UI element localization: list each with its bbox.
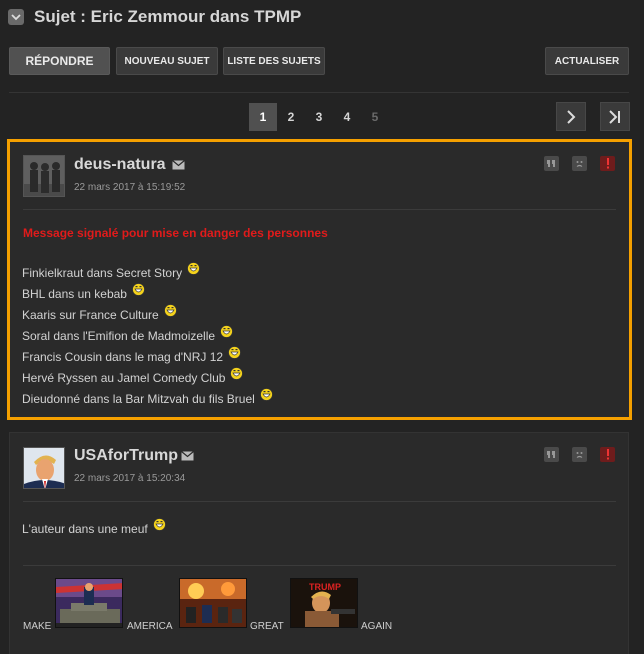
- post-line: Finkielkraut dans Secret Story: [22, 262, 200, 280]
- topic-title: Sujet : Eric Zemmour dans TPMP: [34, 7, 302, 26]
- quote-button[interactable]: [544, 156, 559, 171]
- report-button[interactable]: [600, 156, 615, 171]
- image-caption: MAKE: [23, 621, 52, 632]
- divider: [23, 565, 616, 566]
- chevron-right-icon: [567, 109, 576, 124]
- avatar[interactable]: [23, 447, 65, 489]
- page-link[interactable]: 3: [305, 103, 333, 131]
- quote-icon: [547, 450, 555, 458]
- post-line: Kaaris sur France Culture: [22, 304, 177, 322]
- quote-icon: [547, 159, 555, 167]
- post-author[interactable]: deus-natura: [74, 156, 166, 174]
- laughing-smiley-icon: [220, 325, 233, 338]
- laughing-smiley-icon: [163, 304, 177, 317]
- avatar-image: [24, 156, 64, 196]
- post-date: 22 mars 2017 à 15:19:52: [74, 182, 186, 193]
- post-author[interactable]: USAforTrump: [74, 447, 178, 465]
- trump-rambo-image: TRUMP: [291, 579, 357, 627]
- embedded-image[interactable]: TRUMP: [290, 578, 358, 628]
- laughing-smiley-icon: [228, 346, 241, 359]
- sad-face-icon: [576, 161, 583, 167]
- post-line: Francis Cousin dans le mag d'NRJ 12: [22, 346, 241, 364]
- embedded-image[interactable]: [179, 578, 247, 628]
- laughing-smiley-icon: [187, 262, 200, 275]
- alert-icon: [606, 158, 609, 169]
- reply-button[interactable]: RÉPONDRE: [9, 47, 110, 75]
- laughing-smiley-icon: [230, 367, 244, 380]
- report-button[interactable]: [600, 447, 615, 462]
- alert-icon: [606, 449, 609, 460]
- flag-message: Message signalé pour mise en danger des …: [23, 226, 328, 240]
- collapse-toggle-button[interactable]: [8, 9, 24, 25]
- next-page-button[interactable]: [556, 102, 586, 131]
- page-link[interactable]: 5: [361, 103, 389, 131]
- image-caption: GREAT: [250, 621, 284, 632]
- post-line: Soral dans l'Emifion de Madmoizelle: [22, 325, 233, 343]
- last-page-button[interactable]: [600, 102, 630, 131]
- last-page-icon: [609, 109, 620, 124]
- divider: [23, 501, 616, 502]
- trump-battle-image: [180, 579, 246, 627]
- chevron-down-icon: [11, 14, 21, 21]
- laughing-smiley-icon: [259, 388, 273, 401]
- forum-post: deus-natura 22 mars 2017 à 15:19:52 Mess…: [7, 139, 632, 420]
- laughing-smiley-icon: [152, 518, 166, 531]
- page-link[interactable]: 1: [249, 103, 277, 131]
- mail-icon[interactable]: [181, 451, 194, 461]
- ignore-button[interactable]: [572, 447, 587, 462]
- mail-icon[interactable]: [172, 160, 185, 170]
- post-line: Dieudonné dans la Bar Mitzvah du fils Br…: [22, 388, 273, 406]
- topic-list-button[interactable]: LISTE DES SUJETS: [223, 47, 325, 75]
- pagination: 1 2 3 4 5: [249, 103, 389, 131]
- post-date: 22 mars 2017 à 15:20:34: [74, 473, 186, 484]
- forum-post: USAforTrump 22 mars 2017 à 15:20:34 L'au…: [9, 432, 629, 654]
- page-link[interactable]: 4: [333, 103, 361, 131]
- quote-button[interactable]: [544, 447, 559, 462]
- topic-header: Sujet : Eric Zemmour dans TPMP: [8, 6, 301, 28]
- refresh-button[interactable]: ACTUALISER: [545, 47, 629, 75]
- post-line: Hervé Ryssen au Jamel Comedy Club: [22, 367, 244, 385]
- ignore-button[interactable]: [572, 156, 587, 171]
- laughing-smiley-icon: [132, 283, 145, 296]
- post-line: L'auteur dans une meuf: [22, 518, 166, 536]
- new-topic-button[interactable]: NOUVEAU SUJET: [116, 47, 218, 75]
- embedded-image[interactable]: [55, 578, 123, 628]
- trump-poster-text: TRUMP: [309, 582, 341, 592]
- divider: [23, 209, 616, 210]
- post-line: BHL dans un kebab: [22, 283, 145, 301]
- sad-face-icon: [576, 452, 583, 458]
- divider: [9, 92, 629, 93]
- image-caption: AGAIN: [361, 621, 393, 632]
- avatar-image: [24, 448, 64, 488]
- trump-tank-image: [56, 579, 122, 627]
- image-caption: AMERICA: [127, 621, 173, 632]
- avatar[interactable]: [23, 155, 65, 197]
- page-link[interactable]: 2: [277, 103, 305, 131]
